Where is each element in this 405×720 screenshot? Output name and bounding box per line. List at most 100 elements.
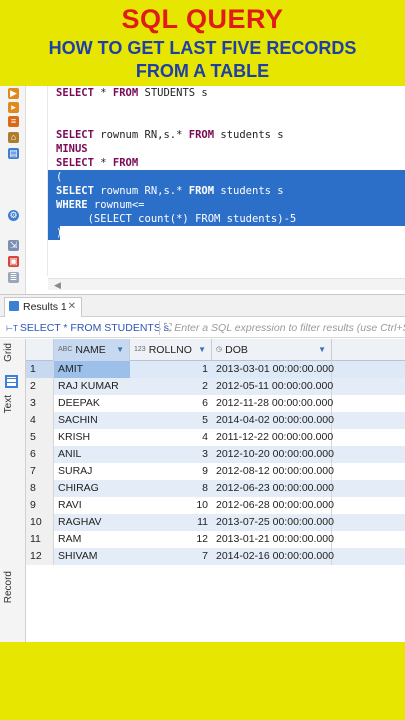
execute-statement-icon[interactable]: ▶ xyxy=(8,88,19,99)
dob-cell[interactable]: 2013-07-25 00:00:00.000 xyxy=(212,514,334,531)
rollno-cell[interactable]: 11 xyxy=(130,514,212,531)
table-row[interactable]: 5 KRISH 4 2011-12-22 00:00:00.000 xyxy=(26,429,405,446)
dob-cell[interactable]: 2012-06-23 00:00:00.000 xyxy=(212,480,334,497)
tab-results-1[interactable]: Results 1 ✕ xyxy=(4,297,82,317)
table-row[interactable]: 3 DEEPAK 6 2012-11-28 00:00:00.000 xyxy=(26,395,405,412)
export-icon[interactable]: ⇲ xyxy=(8,240,19,251)
name-cell[interactable]: DEEPAK xyxy=(54,395,130,412)
row-number-cell[interactable]: 1 xyxy=(26,361,54,378)
code-line: SELECT * FROM xyxy=(48,156,405,170)
scroll-left-arrow-icon[interactable]: ◀ xyxy=(54,279,61,291)
dob-cell[interactable]: 2012-08-12 00:00:00.000 xyxy=(212,463,334,480)
rollno-cell[interactable]: 8 xyxy=(130,480,212,497)
table-row[interactable]: 4 SACHIN 5 2014-04-02 00:00:00.000 xyxy=(26,412,405,429)
row-number-cell[interactable]: 5 xyxy=(26,429,54,446)
code-keyword: SELECT xyxy=(56,185,94,197)
rollno-cell[interactable]: 6 xyxy=(130,395,212,412)
dob-cell[interactable]: 2013-03-01 00:00:00.000 xyxy=(212,361,334,378)
row-number-cell[interactable]: 2 xyxy=(26,378,54,395)
save-icon[interactable]: ▣ xyxy=(8,256,19,267)
table-row[interactable]: 1 AMIT 1 2013-03-01 00:00:00.000 xyxy=(26,361,405,378)
code-keyword: FROM xyxy=(188,129,215,141)
row-number-cell[interactable]: 3 xyxy=(26,395,54,412)
row-number-cell[interactable]: 11 xyxy=(26,531,54,548)
filter-expression-input[interactable]: ⛶ Enter a SQL expression to filter resul… xyxy=(164,318,405,338)
name-cell[interactable]: KRISH xyxy=(54,429,130,446)
table-row[interactable]: 9 RAVI 10 2012-06-28 00:00:00.000 xyxy=(26,497,405,514)
banner-subtitle-line2: FROM A TABLE xyxy=(135,61,270,81)
name-cell[interactable]: CHIRAG xyxy=(54,480,130,497)
tab-text[interactable]: Text xyxy=(3,395,14,413)
dob-cell[interactable]: 2013-01-21 00:00:00.000 xyxy=(212,531,334,548)
date-type-icon: ◷ xyxy=(216,346,223,353)
sort-arrow-icon[interactable]: ▼ xyxy=(318,339,326,361)
name-cell[interactable]: SACHIN xyxy=(54,412,130,429)
table-row[interactable]: 6 ANIL 3 2012-10-20 00:00:00.000 xyxy=(26,446,405,463)
column-header-name[interactable]: ABC NAME ▼ xyxy=(54,339,130,361)
table-row[interactable]: 12 SHIVAM 7 2014-02-16 00:00:00.000 xyxy=(26,548,405,565)
row-number-cell[interactable]: 6 xyxy=(26,446,54,463)
table-row[interactable]: 7 SURAJ 9 2012-08-12 00:00:00.000 xyxy=(26,463,405,480)
sort-arrow-icon[interactable]: ▼ xyxy=(198,339,206,361)
tab-record[interactable]: Record xyxy=(3,571,14,603)
row-number-cell[interactable]: 10 xyxy=(26,514,54,531)
grid-view-icon[interactable] xyxy=(5,375,18,388)
row-number-cell[interactable]: 12 xyxy=(26,548,54,565)
dob-cell[interactable]: 2012-11-28 00:00:00.000 xyxy=(212,395,333,412)
explain-plan-icon[interactable]: ≡ xyxy=(8,116,19,127)
format-icon[interactable]: ≣ xyxy=(8,272,19,283)
name-cell[interactable]: SURAJ xyxy=(54,463,130,480)
rollno-cell[interactable]: 4 xyxy=(130,429,212,446)
table-row[interactable]: 2 RAJ KUMAR 2 2012-05-11 00:00:00.000 xyxy=(26,378,405,395)
code-line-selected: (SELECT count(*) FROM students)-5 xyxy=(48,212,405,226)
rollno-cell[interactable]: 12 xyxy=(130,531,212,548)
row-number-cell[interactable]: 8 xyxy=(26,480,54,497)
row-number-cell[interactable]: 9 xyxy=(26,497,54,514)
table-row[interactable]: 8 CHIRAG 8 2012-06-23 00:00:00.000 xyxy=(26,480,405,497)
dob-cell[interactable]: 2012-05-11 00:00:00.000 xyxy=(212,378,333,395)
name-cell[interactable]: RAVI xyxy=(54,497,130,514)
row-number-cell[interactable]: 4 xyxy=(26,412,54,429)
row-number-header[interactable] xyxy=(26,339,54,361)
name-cell[interactable]: RAM xyxy=(54,531,130,548)
results-grid[interactable]: ABC NAME ▼ 123 ROLLNO ▼ ◷ DOB ▼ 1 AMIT 1 2013-… xyxy=(26,339,405,642)
rollno-cell[interactable]: 10 xyxy=(130,497,212,514)
name-cell[interactable]: RAJ KUMAR xyxy=(54,378,130,395)
name-cell[interactable]: SHIVAM xyxy=(54,548,130,565)
settings-gear-icon[interactable]: ⚙ xyxy=(8,210,19,221)
execute-script-icon[interactable]: ▸ xyxy=(8,102,19,113)
column-header-dob[interactable]: ◷ DOB ▼ xyxy=(212,339,332,361)
editor-horizontal-scrollbar[interactable]: ◀ xyxy=(48,278,405,290)
rollno-cell[interactable]: 7 xyxy=(130,548,212,565)
dob-cell[interactable]: 2012-10-20 00:00:00.000 xyxy=(212,446,334,463)
name-cell[interactable]: ANIL xyxy=(54,446,130,463)
rollno-cell[interactable]: 2 xyxy=(130,378,212,395)
rollno-cell[interactable]: 9 xyxy=(130,463,212,480)
sql-editor[interactable]: ▶ ▸ ≡ ⌂ ▤ ⚙ ⇲ ▣ ≣ SELECT * FROM STUDENTS… xyxy=(0,86,405,294)
table-row[interactable]: 11 RAM 12 2013-01-21 00:00:00.000 xyxy=(26,531,405,548)
tab-grid[interactable]: Grid xyxy=(3,343,14,362)
code-area[interactable]: SELECT * FROM STUDENTS s SELECT rownum R… xyxy=(48,86,405,276)
active-query-label[interactable]: ⊢T SELECT * FROM STUDENTS s xyxy=(6,318,169,339)
row-number-cell[interactable]: 7 xyxy=(26,463,54,480)
code-keyword: MINUS xyxy=(56,143,88,155)
close-icon[interactable]: ✕ xyxy=(68,298,76,316)
load-script-icon[interactable]: ⌂ xyxy=(8,132,19,143)
rollno-cell[interactable]: 3 xyxy=(130,446,212,463)
dob-cell[interactable]: 2014-04-02 00:00:00.000 xyxy=(212,412,334,429)
sort-arrow-icon[interactable]: ▼ xyxy=(116,339,124,361)
rollno-cell[interactable]: 5 xyxy=(130,412,212,429)
name-cell[interactable]: RAGHAV xyxy=(54,514,130,531)
bottom-banner xyxy=(0,642,405,720)
rollno-cell[interactable]: 1 xyxy=(130,361,212,378)
expand-filter-icon[interactable]: ⛶ xyxy=(164,322,174,334)
editor-gutter xyxy=(26,86,48,276)
dob-cell[interactable]: 2012-06-28 00:00:00.000 xyxy=(212,497,334,514)
output-panel-icon[interactable]: ▤ xyxy=(8,148,19,159)
code-keyword: SELECT xyxy=(56,129,94,141)
name-cell[interactable]: AMIT xyxy=(54,361,130,378)
dob-cell[interactable]: 2011-12-22 00:00:00.000 xyxy=(212,429,333,446)
table-row[interactable]: 10 RAGHAV 11 2013-07-25 00:00:00.000 xyxy=(26,514,405,531)
column-header-rollno[interactable]: 123 ROLLNO ▼ xyxy=(130,339,212,361)
dob-cell[interactable]: 2014-02-16 00:00:00.000 xyxy=(212,548,334,565)
